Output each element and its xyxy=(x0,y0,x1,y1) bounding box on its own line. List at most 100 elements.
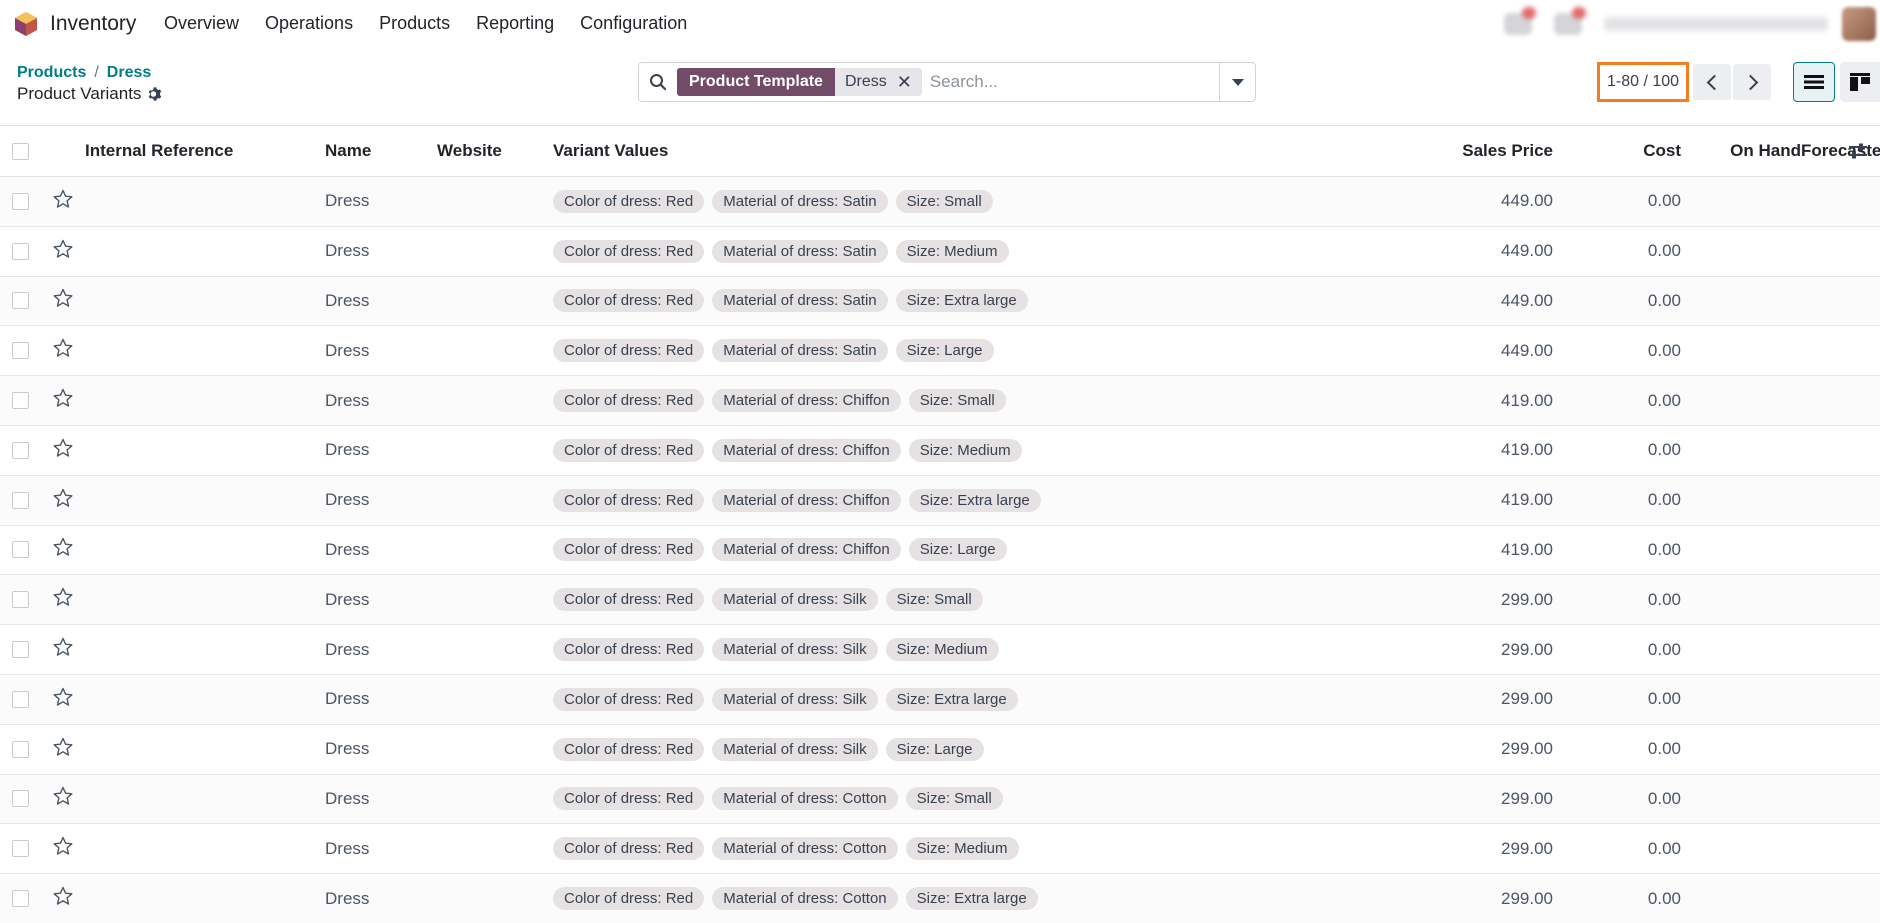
row-checkbox[interactable] xyxy=(12,292,29,310)
star-icon[interactable] xyxy=(53,687,73,707)
sales-price-cell: 419.00 xyxy=(1501,539,1553,559)
chevron-left-icon xyxy=(1706,74,1722,90)
activity-icon[interactable] xyxy=(1554,13,1582,35)
table-row[interactable]: Dress Color of dress: Red Material of dres… xyxy=(0,724,1880,775)
pager-previous-button[interactable] xyxy=(1693,64,1731,100)
table-row[interactable]: Dress Color of dress: Red Material of dres… xyxy=(0,525,1880,575)
menu-operations[interactable]: Operations xyxy=(265,13,353,34)
breadcrumb-dress[interactable]: Dress xyxy=(107,64,151,82)
main-menu: Overview Operations Products Reporting C… xyxy=(164,13,687,34)
variant-values-cell: Color of dress: Red Material of dress: Sa… xyxy=(553,226,1453,276)
close-icon[interactable]: ✕ xyxy=(897,72,922,93)
row-checkbox[interactable] xyxy=(12,541,29,559)
star-icon[interactable] xyxy=(53,438,73,458)
star-icon[interactable] xyxy=(53,488,73,508)
pager-next-button[interactable] xyxy=(1733,64,1771,100)
internal-reference-cell xyxy=(85,824,325,874)
star-icon[interactable] xyxy=(53,637,73,657)
search-icon xyxy=(639,73,677,91)
variant-values-cell: Color of dress: Red Material of dress: Si… xyxy=(553,674,1453,724)
inventory-app-icon[interactable] xyxy=(14,11,38,37)
table-row[interactable]: Dress Color of dress: Red Material of dres… xyxy=(0,326,1880,376)
menu-configuration[interactable]: Configuration xyxy=(580,13,687,34)
search-options-toggle[interactable] xyxy=(1219,63,1255,101)
star-icon[interactable] xyxy=(53,737,73,757)
cost-cell: 0.00 xyxy=(1647,440,1681,460)
column-options-icon[interactable] xyxy=(1848,142,1868,160)
menu-overview[interactable]: Overview xyxy=(164,13,239,34)
star-icon[interactable] xyxy=(53,836,73,856)
star-icon[interactable] xyxy=(53,288,73,308)
select-all-checkbox[interactable] xyxy=(12,142,29,160)
row-checkbox[interactable] xyxy=(12,890,29,908)
col-sales-price[interactable]: Sales Price xyxy=(1453,126,1553,177)
star-icon[interactable] xyxy=(53,338,73,358)
internal-reference-cell xyxy=(85,874,325,923)
gear-icon[interactable] xyxy=(147,86,163,102)
table-row[interactable]: Dress Color of dress: Red Material of dres… xyxy=(0,774,1880,824)
star-icon[interactable] xyxy=(53,587,73,607)
col-name[interactable]: Name xyxy=(325,126,437,177)
sales-price-cell: 299.00 xyxy=(1501,739,1553,759)
table-row[interactable]: Dress Color of dress: Red Material of dres… xyxy=(0,574,1880,625)
row-checkbox[interactable] xyxy=(12,641,29,659)
row-checkbox[interactable] xyxy=(12,840,29,858)
table-row[interactable]: Dress Color of dress: Red Material of dres… xyxy=(0,475,1880,526)
table-row[interactable]: Dress Color of dress: Red Material of dres… xyxy=(0,425,1880,476)
forecasted-cell xyxy=(1801,625,1880,675)
col-variant-values[interactable]: Variant Values xyxy=(553,126,1453,177)
table-row[interactable]: Dress Color of dress: Red Material of dres… xyxy=(0,625,1880,675)
table-row[interactable]: Dress Color of dress: Red Material of dres… xyxy=(0,375,1880,426)
row-checkbox[interactable] xyxy=(12,690,29,708)
table-row[interactable]: Dress Color of dress: Red Material of dres… xyxy=(0,176,1880,227)
table-row[interactable]: Dress Color of dress: Red Material of dres… xyxy=(0,824,1880,874)
messages-icon[interactable] xyxy=(1504,13,1532,35)
row-checkbox[interactable] xyxy=(12,790,29,808)
breadcrumb-products[interactable]: Products xyxy=(17,64,86,82)
star-icon[interactable] xyxy=(53,239,73,259)
user-avatar[interactable] xyxy=(1842,7,1876,41)
col-internal-reference[interactable]: Internal Reference xyxy=(85,126,325,177)
col-on-hand[interactable]: On Hand xyxy=(1681,126,1801,177)
variant-tag: Material of dress: Satin xyxy=(712,289,888,313)
variant-tag: Color of dress: Red xyxy=(553,887,705,911)
company-switcher[interactable] xyxy=(1604,17,1828,31)
menu-reporting[interactable]: Reporting xyxy=(476,13,554,34)
variant-tag: Size: Medium xyxy=(885,638,999,662)
kanban-view-button[interactable] xyxy=(1840,62,1880,102)
star-icon[interactable] xyxy=(53,786,73,806)
name-cell: Dress xyxy=(325,290,370,310)
col-cost[interactable]: Cost xyxy=(1553,126,1681,177)
row-checkbox[interactable] xyxy=(12,392,29,410)
forecasted-cell xyxy=(1801,177,1880,227)
internal-reference-cell xyxy=(85,674,325,724)
table-row[interactable]: Dress Color of dress: Red Material of dres… xyxy=(0,873,1880,923)
row-checkbox[interactable] xyxy=(12,740,29,758)
search-input[interactable] xyxy=(929,72,1219,92)
variant-tag: Color of dress: Red xyxy=(553,289,705,313)
name-cell: Dress xyxy=(325,639,370,659)
star-icon[interactable] xyxy=(53,537,73,557)
star-icon[interactable] xyxy=(53,189,73,209)
row-checkbox[interactable] xyxy=(12,192,29,210)
col-forecasted[interactable]: Forecasted xyxy=(1801,126,1880,177)
row-checkbox[interactable] xyxy=(12,441,29,459)
star-icon[interactable] xyxy=(53,388,73,408)
table-row[interactable]: Dress Color of dress: Red Material of dres… xyxy=(0,226,1880,277)
internal-reference-cell xyxy=(85,276,325,326)
star-icon[interactable] xyxy=(53,886,73,906)
row-checkbox[interactable] xyxy=(12,242,29,260)
pager-value[interactable]: 1-80 / 100 xyxy=(1597,62,1689,102)
list-view-button[interactable] xyxy=(1793,62,1835,102)
table-row[interactable]: Dress Color of dress: Red Material of dres… xyxy=(0,674,1880,725)
row-checkbox[interactable] xyxy=(12,591,29,609)
menu-products[interactable]: Products xyxy=(379,13,450,34)
col-website[interactable]: Website xyxy=(437,126,553,177)
variant-values-cell: Color of dress: Red Material of dress: Ch… xyxy=(553,425,1453,475)
row-checkbox[interactable] xyxy=(12,342,29,360)
forecasted-cell xyxy=(1801,774,1880,824)
app-name[interactable]: Inventory xyxy=(50,12,136,36)
variant-tag: Material of dress: Satin xyxy=(712,189,888,213)
table-row[interactable]: Dress Color of dress: Red Material of dres… xyxy=(0,276,1880,326)
row-checkbox[interactable] xyxy=(12,491,29,509)
